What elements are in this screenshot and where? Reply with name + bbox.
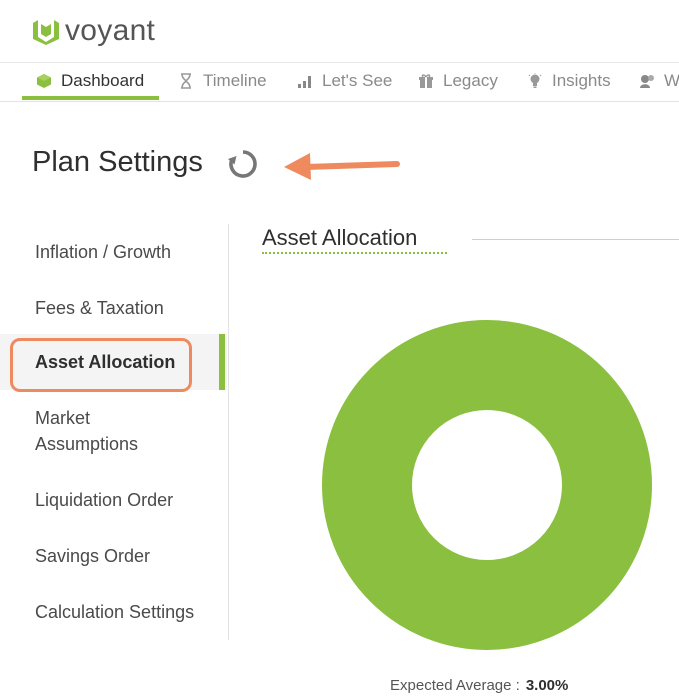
lightbulb-icon <box>527 73 543 89</box>
section-title-underline <box>262 252 447 254</box>
sidebar-item-label: Assumptions <box>35 434 139 454</box>
donut-slice[interactable] <box>322 320 652 650</box>
settings-sidebar: Inflation / Growth Fees & Taxation Asset… <box>0 224 229 640</box>
expected-average-value: 3.00% <box>525 677 569 694</box>
sidebar-item-label: Market <box>35 408 91 428</box>
sidebar-item-liquidation-order[interactable]: Liquidation Order <box>35 487 173 513</box>
bar-chart-icon <box>297 73 313 89</box>
brand-name: voyant <box>65 14 156 47</box>
nav-tab-label: Let's See <box>322 71 393 90</box>
nav-tab-label: Insights <box>552 71 611 90</box>
voyant-logo-icon <box>33 20 59 45</box>
section-title: Asset Allocation <box>262 225 418 250</box>
active-tab-indicator <box>22 96 159 100</box>
nav-tab-lets-see[interactable]: Let's See <box>297 63 392 99</box>
cube-icon <box>36 73 52 89</box>
nav-tab-label: Legacy <box>443 71 498 90</box>
app-header: voyant <box>0 0 679 63</box>
sidebar-item-calculation-settings[interactable]: Calculation Settings <box>35 599 194 625</box>
nav-tab-legacy[interactable]: Legacy <box>418 63 498 99</box>
nav-tab-label: Dashboard <box>61 71 145 90</box>
asset-allocation-donut-chart[interactable] <box>322 320 652 650</box>
section-divider <box>472 239 679 240</box>
sidebar-item-savings-order[interactable]: Savings Order <box>35 543 150 569</box>
hourglass-icon <box>178 73 194 89</box>
page-title: Plan Settings <box>32 146 203 178</box>
nav-tab-insights[interactable]: Insights <box>527 63 611 99</box>
gift-icon <box>418 73 434 89</box>
refresh-icon[interactable] <box>225 146 261 182</box>
expected-average: Expected Average : 3.00% <box>390 677 568 694</box>
sidebar-item-inflation-growth[interactable]: Inflation / Growth <box>35 239 171 265</box>
sidebar-item-market-assumptions[interactable]: Market Assumptions <box>35 405 138 457</box>
nav-tab-timeline[interactable]: Timeline <box>178 63 267 99</box>
nav-tab-dashboard[interactable]: Dashboard <box>36 63 144 99</box>
expected-average-label: Expected Average : <box>390 677 520 694</box>
nav-tab-label: Timeline <box>203 71 267 90</box>
voyant-logo[interactable]: voyant <box>32 16 155 46</box>
sidebar-item-fees-taxation[interactable]: Fees & Taxation <box>35 295 164 321</box>
annotation-highlight-box <box>10 338 192 392</box>
person-chat-icon <box>639 73 655 89</box>
sidebar-active-indicator <box>219 334 225 390</box>
annotation-arrow <box>280 143 405 190</box>
nav-tab-label: W <box>664 71 679 90</box>
nav-tab-more[interactable]: W <box>639 63 679 99</box>
